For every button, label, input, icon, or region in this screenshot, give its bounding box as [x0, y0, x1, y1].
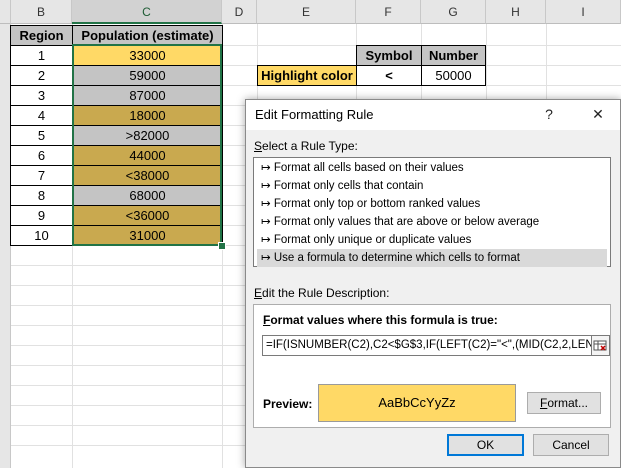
region-cell[interactable]: 8	[10, 185, 73, 206]
header-region[interactable]: Region	[10, 25, 73, 46]
region-cell[interactable]: 2	[10, 65, 73, 86]
format-button[interactable]: Format...	[527, 392, 601, 414]
edit-rule-description-label: Edit the Rule Description:	[254, 286, 390, 300]
edit-formatting-rule-dialog: Edit Formatting Rule ? ✕ Select a Rule T…	[245, 99, 621, 468]
cancel-button[interactable]: Cancel	[533, 434, 609, 456]
ok-button[interactable]: OK	[447, 434, 524, 456]
column-header-i[interactable]: I	[546, 0, 621, 24]
formula-input[interactable]: =IF(ISNUMBER(C2),C2<$G$3,IF(LEFT(C2)="<"…	[262, 335, 592, 356]
range-select-icon	[593, 340, 607, 351]
select-rule-type-label: Select a Rule Type:	[254, 139, 358, 153]
symbol-cell[interactable]: <	[356, 65, 422, 86]
population-cell[interactable]: 68000	[72, 185, 223, 206]
column-header-g[interactable]: G	[421, 0, 486, 24]
close-button[interactable]: ✕	[585, 103, 611, 125]
header-population[interactable]: Population (estimate)	[72, 25, 223, 46]
header-symbol[interactable]: Symbol	[356, 45, 422, 66]
region-cell[interactable]: 4	[10, 105, 73, 126]
column-header-d[interactable]: D	[222, 0, 257, 24]
fill-handle[interactable]	[218, 242, 226, 250]
column-header-h[interactable]: H	[486, 0, 546, 24]
select-all-corner[interactable]	[0, 0, 11, 24]
rule-description-panel: Format values where this formula is true…	[253, 304, 611, 428]
population-cell[interactable]: 87000	[72, 85, 223, 106]
population-cell[interactable]: 33000	[72, 45, 223, 66]
population-cell[interactable]: 18000	[72, 105, 223, 126]
rule-type-item[interactable]: ↦ Format only top or bottom ranked value…	[257, 195, 607, 213]
region-cell[interactable]: 1	[10, 45, 73, 66]
column-header-b[interactable]: B	[11, 0, 72, 24]
rule-type-item[interactable]: ↦ Format all cells based on their values	[257, 159, 607, 177]
rule-type-item[interactable]: ↦ Format only unique or duplicate values	[257, 231, 607, 249]
header-number[interactable]: Number	[421, 45, 486, 66]
population-cell[interactable]: >82000	[72, 125, 223, 146]
population-cell[interactable]: 31000	[72, 225, 223, 246]
help-button[interactable]: ?	[536, 103, 562, 125]
region-cell[interactable]: 7	[10, 165, 73, 186]
population-cell[interactable]: <38000	[72, 165, 223, 186]
format-preview: AaBbCcYyZz	[318, 384, 516, 422]
number-cell[interactable]: 50000	[421, 65, 486, 86]
formula-label: Format values where this formula is true…	[263, 313, 498, 327]
column-header-f[interactable]: F	[356, 0, 421, 24]
region-cell[interactable]: 5	[10, 125, 73, 146]
collapse-dialog-button[interactable]	[592, 335, 610, 356]
column-header-e[interactable]: E	[257, 0, 356, 24]
region-cell[interactable]: 6	[10, 145, 73, 166]
rule-type-item[interactable]: ↦ Format only cells that contain	[257, 177, 607, 195]
dialog-titlebar[interactable]: Edit Formatting Rule ? ✕	[246, 100, 620, 130]
population-cell[interactable]: 44000	[72, 145, 223, 166]
rule-type-item[interactable]: ↦ Format only values that are above or b…	[257, 213, 607, 231]
preview-label: Preview:	[263, 397, 313, 411]
column-header-c[interactable]: C	[72, 0, 222, 24]
dialog-title: Edit Formatting Rule	[255, 107, 374, 122]
population-cell[interactable]: 59000	[72, 65, 223, 86]
region-cell[interactable]: 10	[10, 225, 73, 246]
highlight-color-label[interactable]: Highlight color	[257, 65, 357, 86]
population-cell[interactable]: <36000	[72, 205, 223, 226]
region-cell[interactable]: 3	[10, 85, 73, 106]
rule-type-item-selected[interactable]: ↦ Use a formula to determine which cells…	[257, 249, 607, 267]
rule-type-list[interactable]: ↦ Format all cells based on their values…	[253, 157, 611, 267]
region-cell[interactable]: 9	[10, 205, 73, 226]
